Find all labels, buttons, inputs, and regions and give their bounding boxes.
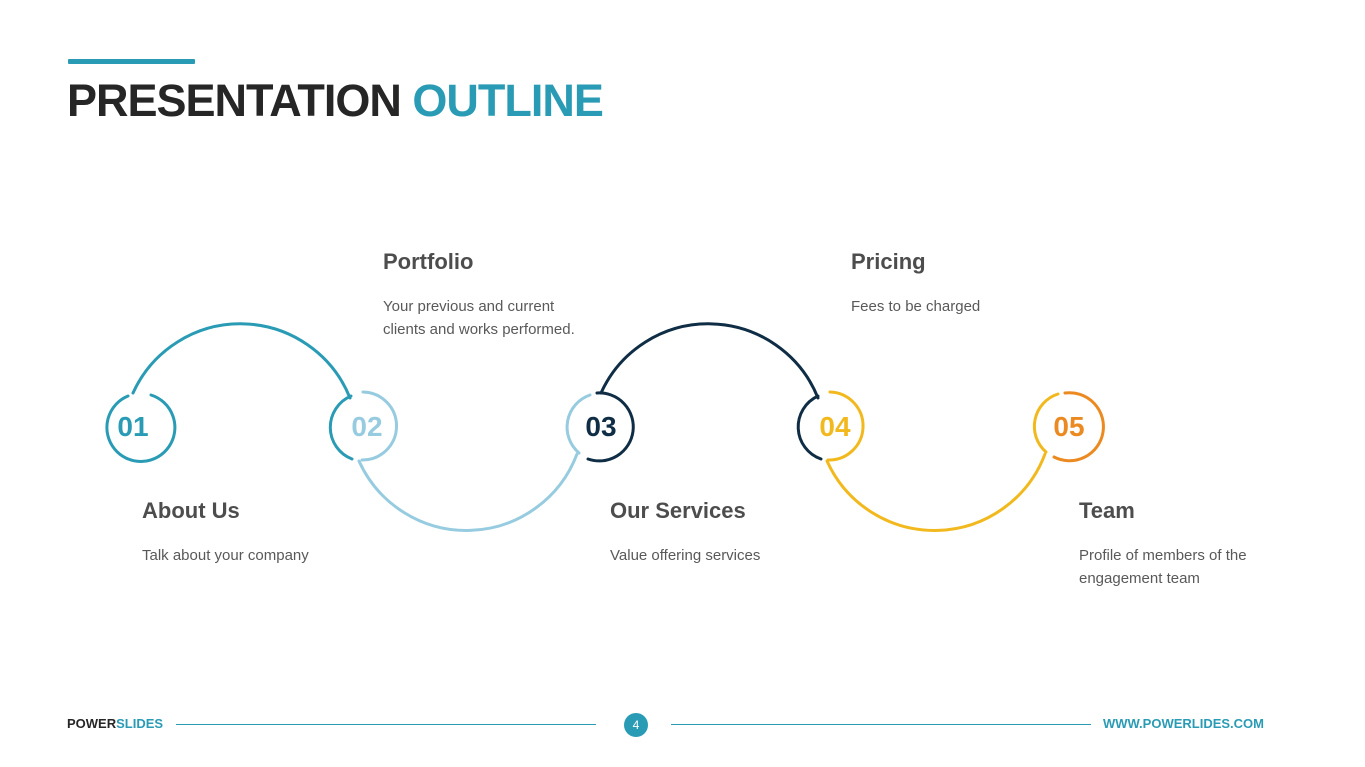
step-number-03: 03 (585, 411, 616, 442)
outline-diagram: 01 02 03 04 05 (105, 322, 1105, 532)
step-description: Profile of members of the engagement tea… (1079, 547, 1247, 587)
node-ring-04 (796, 394, 823, 461)
step-number-05: 05 (1053, 411, 1084, 442)
footer-divider-right (671, 724, 1091, 725)
footer-url: WWW.POWERLIDES.COM (1102, 716, 1264, 731)
connector-arc-4-5 (825, 452, 1047, 532)
step-number-02: 02 (351, 411, 382, 442)
step-number-01: 01 (117, 411, 148, 442)
connector-arc-2-3 (357, 452, 579, 532)
step-number-04: 04 (819, 411, 851, 442)
footer-brand: POWERSLIDES (67, 716, 163, 732)
connector-arc-1-2 (131, 322, 352, 400)
step-title: About Us (142, 498, 240, 523)
step-title: Pricing (851, 249, 926, 274)
footer-brand-main: POWER (67, 716, 117, 731)
step-description: Value offering services (610, 547, 761, 564)
step-description: Talk about your company (142, 547, 309, 564)
step-team: Team Profile of members of the engagemen… (1079, 497, 1279, 590)
node-ring-02-accent (328, 394, 354, 461)
step-description: Your previous and current clients and wo… (383, 298, 575, 338)
step-our-services: Our Services Value offering services (610, 497, 830, 568)
step-title: Portfolio (383, 249, 474, 274)
page-number-badge: 4 (624, 713, 648, 737)
step-description: Fees to be charged (851, 298, 981, 315)
step-portfolio: Portfolio Your previous and current clie… (383, 248, 583, 341)
connector-arc-3-4 (599, 322, 820, 400)
step-pricing: Pricing Fees to be charged (851, 248, 1071, 319)
step-title: Team (1079, 498, 1135, 523)
footer-brand-accent: SLIDES (116, 716, 164, 731)
step-title: Our Services (610, 498, 746, 523)
footer-divider-left (176, 724, 596, 725)
step-about-us: About Us Talk about your company (142, 497, 362, 568)
